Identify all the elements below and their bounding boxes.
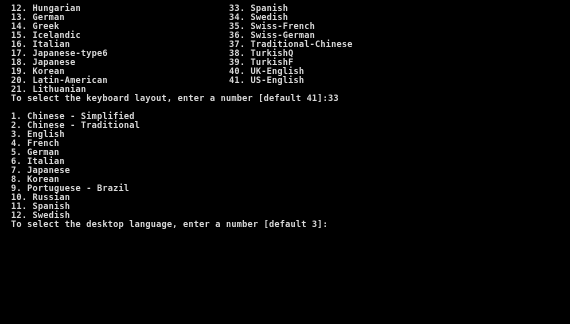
desktop-language-option: 3. English — [11, 130, 65, 140]
desktop-language-option: 2. Chinese - Traditional — [11, 121, 140, 131]
keyboard-layout-prompt: To select the keyboard layout, enter a n… — [11, 94, 339, 104]
keyboard-layout-row: 20. Latin-American 41. US-English — [11, 77, 570, 86]
keyboard-layout-option: 21. Lithuanian — [11, 85, 87, 95]
desktop-language-option: 7. Japanese — [11, 166, 71, 176]
desktop-language-option: 4. French — [11, 139, 60, 149]
desktop-language-option: 10. Russian — [11, 193, 71, 203]
desktop-language-option: 6. Italian — [11, 157, 65, 167]
desktop-language-list: 1. Chinese - Simplified 2. Chinese - Trad… — [11, 113, 570, 221]
keyboard-layout-row: 21. Lithuanian — [11, 86, 570, 95]
keyboard-layout-option: 41. US-English — [229, 76, 305, 86]
terminal-console[interactable]: 12. Hungarian 33. Spanish 13. German 34. Sw… — [0, 0, 570, 324]
desktop-language-prompt[interactable]: To select the desktop language, enter a … — [11, 221, 570, 230]
desktop-language-option: 11. Spanish — [11, 202, 71, 212]
desktop-language-option: 9. Portuguese - Brazil — [11, 184, 130, 194]
desktop-language-option: 12. Swedish — [11, 211, 71, 221]
desktop-language-option: 5. German — [11, 148, 60, 158]
keyboard-layout-row: 12. Hungarian 33. Spanish — [11, 5, 570, 14]
keyboard-layout-list: 12. Hungarian 33. Spanish 13. German 34. Sw… — [11, 5, 570, 95]
